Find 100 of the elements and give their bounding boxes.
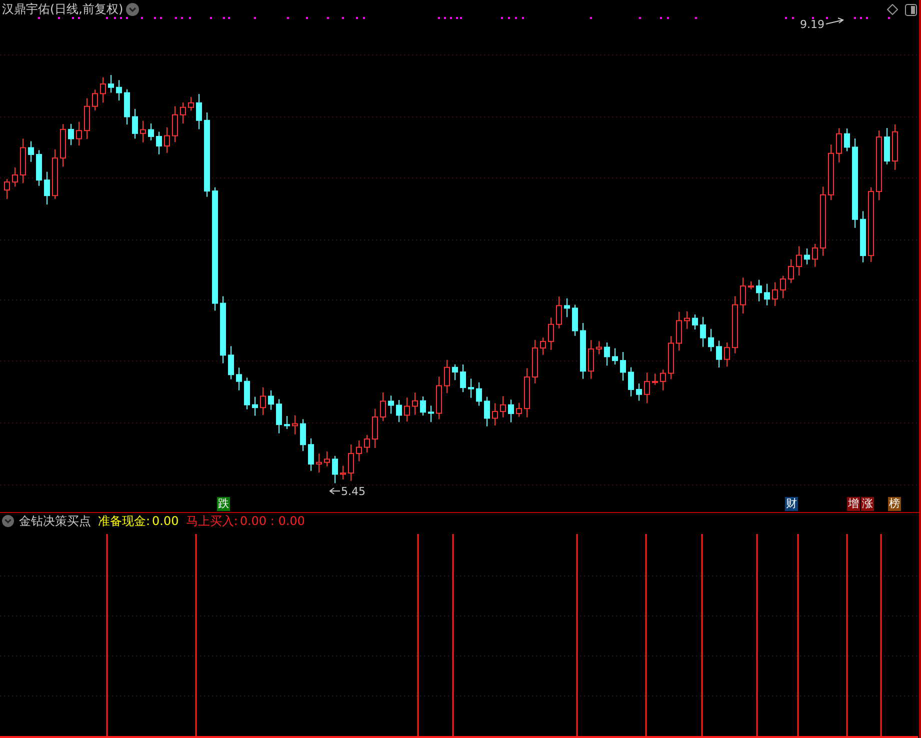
event-marker[interactable]: 跌 bbox=[217, 497, 230, 511]
candlestick bbox=[308, 438, 314, 472]
candlestick bbox=[268, 390, 274, 410]
candlestick bbox=[588, 340, 594, 380]
candlestick bbox=[372, 408, 378, 448]
candlestick bbox=[108, 74, 114, 94]
candlestick bbox=[492, 402, 498, 426]
candlestick bbox=[148, 123, 154, 141]
candlestick bbox=[68, 123, 74, 146]
collapse-icon[interactable] bbox=[2, 515, 14, 527]
candlestick bbox=[244, 377, 250, 410]
candlestick bbox=[340, 465, 346, 480]
candlestick bbox=[780, 275, 786, 299]
candlestick bbox=[556, 296, 562, 329]
candlestick bbox=[444, 359, 450, 394]
candlestick bbox=[300, 418, 306, 452]
candlestick bbox=[660, 369, 666, 391]
low-price-label: 5.45 bbox=[341, 485, 366, 498]
candlestick bbox=[532, 339, 538, 384]
candlestick bbox=[220, 296, 226, 364]
candlestick bbox=[844, 128, 850, 152]
event-marker[interactable]: 涨 bbox=[861, 497, 874, 511]
candlestick bbox=[836, 128, 842, 163]
candlestick bbox=[628, 366, 634, 397]
candlestick bbox=[620, 352, 626, 382]
indicator-name: 金钻决策买点 bbox=[19, 512, 91, 530]
candlestick bbox=[60, 124, 66, 168]
candlestick bbox=[116, 80, 122, 102]
candlestick bbox=[348, 444, 354, 482]
event-marker[interactable]: 财 bbox=[785, 497, 798, 511]
candlestick bbox=[548, 317, 554, 350]
candlestick bbox=[276, 398, 282, 434]
high-price-label: 9.19 bbox=[800, 18, 824, 31]
candlestick bbox=[172, 106, 178, 143]
candlestick bbox=[236, 367, 242, 391]
candlestick bbox=[540, 337, 546, 356]
candlestick bbox=[564, 298, 570, 318]
candlestick bbox=[668, 336, 674, 380]
event-marker[interactable]: 增 bbox=[847, 497, 860, 511]
candlestick bbox=[700, 316, 706, 348]
candlestick bbox=[724, 342, 730, 368]
candlestick bbox=[684, 310, 690, 330]
candlestick bbox=[284, 416, 290, 430]
candlestick bbox=[380, 392, 386, 422]
candlestick bbox=[140, 120, 146, 143]
low-arrow bbox=[329, 488, 340, 494]
candlestick bbox=[428, 405, 434, 423]
candlestick bbox=[508, 399, 514, 423]
candlestick bbox=[164, 126, 170, 154]
candlestick bbox=[404, 397, 410, 422]
candlestick bbox=[516, 402, 522, 418]
candlestick bbox=[876, 130, 882, 201]
candlestick bbox=[732, 296, 738, 354]
candlestick bbox=[52, 148, 58, 200]
candlestick bbox=[12, 166, 18, 188]
candlestick bbox=[292, 414, 298, 435]
candlestick bbox=[764, 283, 770, 306]
diamond-icon[interactable] bbox=[887, 4, 898, 15]
candlestick bbox=[132, 108, 138, 140]
candlestick bbox=[812, 243, 818, 268]
candlestick bbox=[252, 396, 258, 416]
candlestick bbox=[388, 395, 394, 414]
candlestick bbox=[420, 396, 426, 416]
candlestick bbox=[84, 98, 90, 140]
candlestick bbox=[884, 128, 890, 165]
candlestick bbox=[756, 279, 762, 302]
candlestick bbox=[364, 434, 370, 453]
candlestick bbox=[596, 340, 602, 355]
candlestick bbox=[436, 376, 442, 420]
candlestick bbox=[748, 280, 754, 290]
candlestick bbox=[124, 88, 130, 125]
panel-toggle-icon[interactable] bbox=[905, 4, 917, 16]
candlestick bbox=[92, 89, 98, 111]
candlestick bbox=[460, 364, 466, 393]
candlestick bbox=[476, 382, 482, 406]
candlestick bbox=[500, 396, 506, 418]
candlestick bbox=[180, 102, 186, 124]
candlestick bbox=[260, 386, 266, 416]
candlestick bbox=[100, 76, 106, 104]
candlestick bbox=[484, 396, 490, 427]
candlestick bbox=[652, 373, 658, 386]
indicator-value: 0.00 : 0.00 bbox=[240, 514, 305, 528]
candlestick bbox=[36, 150, 42, 186]
candlestick bbox=[76, 121, 82, 146]
candlestick bbox=[156, 131, 162, 155]
candlestick bbox=[772, 282, 778, 306]
candlestick bbox=[604, 342, 610, 366]
candlestick bbox=[468, 378, 474, 398]
candlestick bbox=[44, 171, 50, 205]
event-marker[interactable]: 榜 bbox=[888, 497, 901, 511]
candlestick bbox=[708, 328, 714, 352]
candlestick bbox=[572, 304, 578, 336]
candlestick bbox=[188, 96, 194, 112]
candlestick bbox=[20, 138, 26, 184]
dropdown-icon[interactable] bbox=[126, 3, 140, 16]
candlestick bbox=[644, 372, 650, 404]
candlestick bbox=[316, 452, 322, 473]
candlestick bbox=[4, 178, 10, 200]
candlestick bbox=[356, 440, 362, 462]
candlestick bbox=[860, 210, 866, 263]
